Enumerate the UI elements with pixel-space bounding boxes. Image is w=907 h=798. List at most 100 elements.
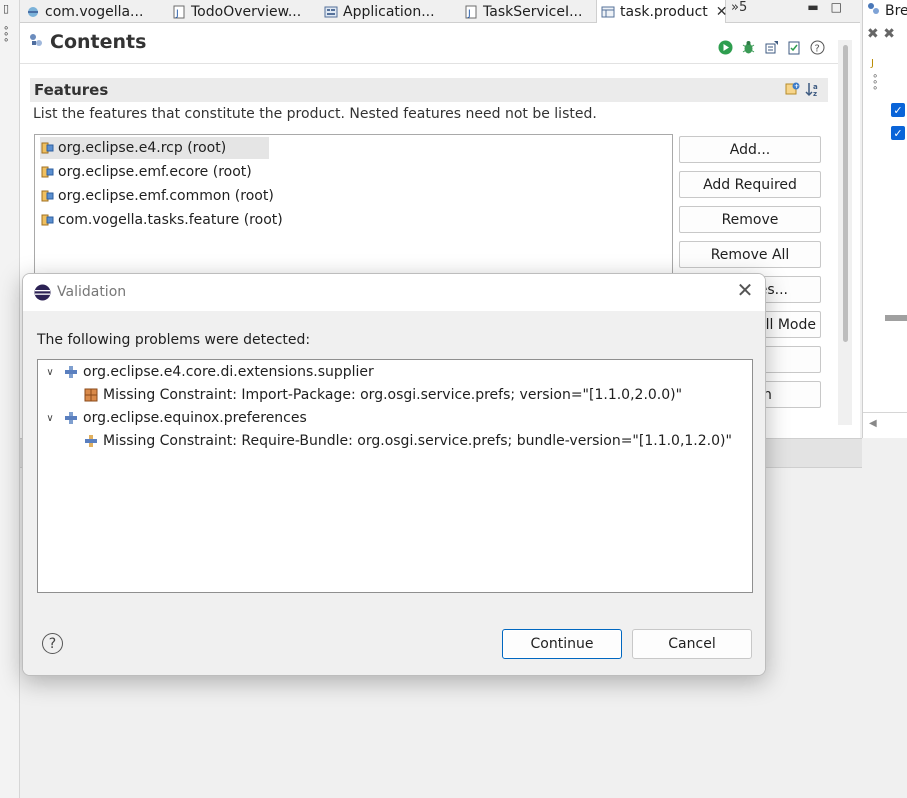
tab-com-vogella[interactable]: com.vogella... (22, 0, 143, 23)
dots-icon: ∘ ∘ ∘ (872, 71, 879, 94)
help-button[interactable]: ? (42, 633, 63, 654)
constraint-label: Missing Constraint: Require-Bundle: org.… (103, 433, 732, 449)
separator (863, 412, 907, 413)
package-icon (83, 387, 99, 403)
feature-icon (40, 212, 56, 228)
add-required-button[interactable]: Add Required (679, 171, 821, 198)
right-panel-toolbar: ✖ ✖ (867, 26, 895, 42)
tab-label: com.vogella... (45, 3, 144, 20)
svg-text:?: ? (815, 44, 820, 55)
java-file-icon: J (464, 5, 478, 19)
eclipse-icon (34, 284, 51, 305)
tab-todo-overview[interactable]: J TodoOverview... (168, 0, 301, 23)
tab-overflow-button[interactable]: »5 (731, 0, 747, 15)
feature-label: org.eclipse.emf.common (root) (58, 188, 274, 204)
right-view-panel: Bre ✖ ✖ J ∘ ∘ ∘ ✓ ✓ ◀ (862, 0, 907, 438)
editor-header-toolbar: ? (717, 39, 826, 56)
tab-label: task.product (620, 4, 708, 20)
feature-label: org.eclipse.e4.rcp (root) (58, 140, 227, 156)
gutter-dots-icon: ∘ ∘ ∘ (3, 23, 10, 46)
feature-icon (40, 164, 56, 180)
add-button[interactable]: Add... (679, 136, 821, 163)
product-file-icon (601, 5, 615, 19)
section-toolbar: + az (784, 81, 822, 102)
tree-node-bundle[interactable]: ∨ org.eclipse.e4.core.di.extensions.supp… (43, 362, 374, 382)
tab-task-product[interactable]: task.product ✕ (596, 0, 728, 24)
close-tab-icon[interactable]: ✕ (716, 4, 728, 20)
constraint-label: Missing Constraint: Import-Package: org.… (103, 387, 683, 403)
svg-text:+: + (794, 83, 799, 90)
editor-scrollbar[interactable] (838, 40, 852, 425)
left-gutter: ▯ ∘ ∘ ∘ (0, 0, 20, 798)
chevron-down-icon[interactable]: ∨ (43, 413, 57, 424)
scroll-left-icon[interactable]: ◀ (869, 418, 877, 429)
contents-icon (28, 31, 44, 53)
java-marker-icon: J (871, 58, 874, 69)
scrollbar-thumb[interactable] (843, 45, 848, 342)
cancel-button[interactable]: Cancel (632, 629, 752, 659)
remove-all-button[interactable]: Remove All (679, 241, 821, 268)
gutter-marker-icon: ▯ (3, 2, 10, 15)
right-panel-header[interactable]: Bre (867, 2, 907, 20)
list-item[interactable]: org.eclipse.e4.rcp (root) (40, 137, 269, 159)
app-model-icon (324, 5, 338, 19)
right-panel-title: Bre (885, 3, 907, 19)
checkbox[interactable]: ✓ (891, 103, 905, 117)
section-title: Features (34, 81, 109, 99)
plugin-icon (63, 410, 79, 426)
tab-label: TodoOverview... (191, 3, 302, 20)
dialog-body: The following problems were detected: ∨ … (23, 311, 765, 675)
chevron-down-icon[interactable]: ∨ (43, 367, 57, 378)
tree-node-constraint[interactable]: Missing Constraint: Import-Package: org.… (83, 385, 682, 405)
title-separator (20, 63, 840, 64)
debug-icon[interactable] (740, 39, 757, 56)
feature-icon (40, 140, 56, 156)
tab-task-service[interactable]: J TaskServiceI... (460, 0, 582, 23)
editor-title: Contents (28, 31, 146, 53)
help-icon[interactable]: ? (809, 39, 826, 56)
breakpoints-icon (867, 2, 881, 20)
list-item[interactable]: org.eclipse.emf.ecore (root) (40, 161, 260, 183)
svg-text:J: J (467, 9, 471, 19)
run-icon[interactable] (717, 39, 734, 56)
tab-application[interactable]: Application... (320, 0, 435, 23)
maximize-icon[interactable]: □ (831, 0, 854, 14)
dialog-title: Validation (57, 284, 127, 300)
scrollbar-thumb[interactable] (885, 315, 907, 321)
validate-icon[interactable] (786, 39, 803, 56)
dialog-titlebar[interactable]: Validation ✕ (23, 274, 765, 311)
list-item[interactable]: com.vogella.tasks.feature (root) (40, 209, 291, 231)
editor-tab-bar: com.vogella... J TodoOverview... Applica… (20, 0, 860, 24)
add-feature-icon[interactable]: + (784, 81, 801, 102)
features-section-header: Features + az (30, 78, 828, 102)
sort-icon[interactable]: az (805, 81, 822, 102)
validation-dialog: Validation ✕ The following problems were… (22, 273, 766, 676)
remove-button[interactable]: Remove (679, 206, 821, 233)
problems-tree[interactable]: ∨ org.eclipse.e4.core.di.extensions.supp… (37, 359, 753, 593)
java-file-icon: J (172, 5, 186, 19)
tree-node-constraint[interactable]: Missing Constraint: Require-Bundle: org.… (83, 431, 732, 451)
bundle-label: org.eclipse.e4.core.di.extensions.suppli… (83, 364, 374, 380)
feature-label: org.eclipse.emf.ecore (root) (58, 164, 252, 180)
bundle-label: org.eclipse.equinox.preferences (83, 410, 307, 426)
export-icon[interactable] (763, 39, 780, 56)
close-icon[interactable]: ✕ (736, 280, 754, 300)
dialog-message: The following problems were detected: (37, 332, 311, 348)
tab-label: Application... (343, 3, 435, 20)
editor-title-text: Contents (50, 31, 147, 53)
remove-all-icon[interactable]: ✖ (883, 26, 895, 42)
window-controls: ▬□ (807, 0, 854, 14)
plugin-icon (83, 433, 99, 449)
svg-text:z: z (813, 90, 817, 98)
feature-label: com.vogella.tasks.feature (root) (58, 212, 283, 228)
remove-icon[interactable]: ✖ (867, 26, 879, 42)
continue-button[interactable]: Continue (502, 629, 622, 659)
feature-icon (40, 188, 56, 204)
checkbox[interactable]: ✓ (891, 126, 905, 140)
section-description: List the features that constitute the pr… (33, 106, 597, 122)
minimize-icon[interactable]: ▬ (807, 0, 830, 14)
tree-node-bundle[interactable]: ∨ org.eclipse.equinox.preferences (43, 408, 307, 428)
list-item[interactable]: org.eclipse.emf.common (root) (40, 185, 282, 207)
tab-label: TaskServiceI... (483, 3, 583, 20)
java-file-icon (26, 5, 40, 19)
